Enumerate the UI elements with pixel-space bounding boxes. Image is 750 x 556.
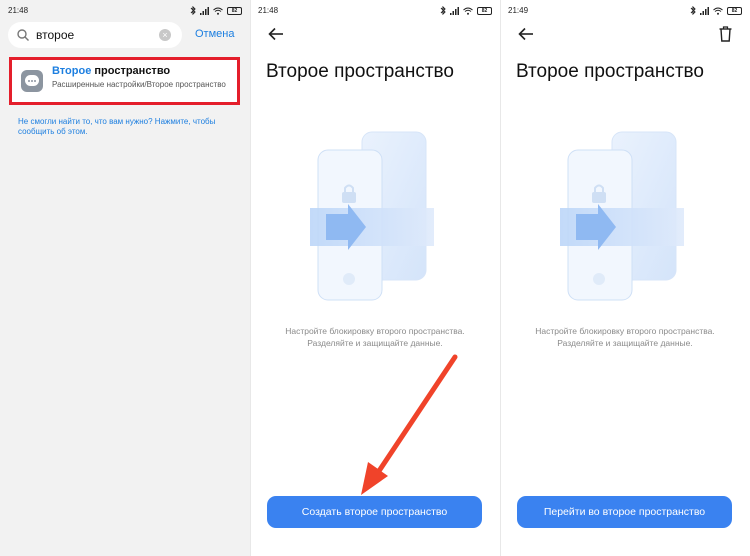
feedback-link[interactable]: Не смогли найти то, что вам нужно? Нажми… (18, 117, 238, 137)
search-result-title: Второе пространство (52, 65, 171, 77)
bluetooth-icon (190, 6, 196, 15)
status-bar: 21:49 82 (508, 6, 742, 18)
status-time: 21:48 (258, 6, 279, 15)
open-second-space-button[interactable]: Перейти во второе пространство (517, 496, 732, 528)
signal-icon (700, 6, 709, 15)
create-second-space-screen: 21:48 82 Второе пространство Настройте б… (250, 0, 500, 556)
description: Настройте блокировку второго пространств… (535, 326, 715, 348)
second-space-illustration (560, 131, 684, 301)
signal-icon (450, 6, 459, 15)
clear-icon[interactable]: × (159, 29, 171, 41)
status-time: 21:49 (508, 6, 529, 15)
status-time: 21:48 (8, 6, 29, 15)
search-icon (17, 29, 29, 41)
battery-icon: 82 (227, 6, 242, 15)
divider (250, 0, 251, 556)
battery-icon: 82 (477, 6, 492, 15)
bluetooth-icon (440, 6, 446, 15)
open-second-space-screen: 21:49 82 Второе пространство Настройте б… (500, 0, 750, 556)
trash-icon[interactable] (719, 26, 732, 42)
signal-icon (200, 6, 209, 15)
status-bar: 21:48 82 (8, 6, 242, 18)
page-title: Второе пространство (516, 61, 704, 82)
page-title: Второе пространство (266, 61, 454, 82)
description: Настройте блокировку второго пространств… (285, 326, 465, 348)
search-query: второе (36, 28, 75, 42)
back-arrow-icon[interactable] (518, 27, 534, 41)
cancel-button[interactable]: Отмена (195, 28, 234, 40)
back-arrow-icon[interactable] (268, 27, 284, 41)
search-result-path: Расширенные настройки/Второе пространств… (52, 80, 226, 89)
create-second-space-button[interactable]: Создать второе пространство (267, 496, 482, 528)
wifi-icon (213, 7, 223, 15)
wifi-icon (463, 7, 473, 15)
search-input[interactable]: второе × (8, 22, 182, 48)
battery-icon: 82 (727, 6, 742, 15)
status-bar: 21:48 82 (258, 6, 492, 18)
second-space-illustration (310, 131, 434, 301)
wifi-icon (713, 7, 723, 15)
search-screen: 21:48 82 второе × Отмена Второе простран… (0, 0, 250, 556)
second-space-app-icon (21, 70, 43, 92)
search-result-item[interactable]: Второе пространство Расширенные настройк… (9, 57, 240, 105)
divider (500, 0, 501, 556)
bluetooth-icon (690, 6, 696, 15)
